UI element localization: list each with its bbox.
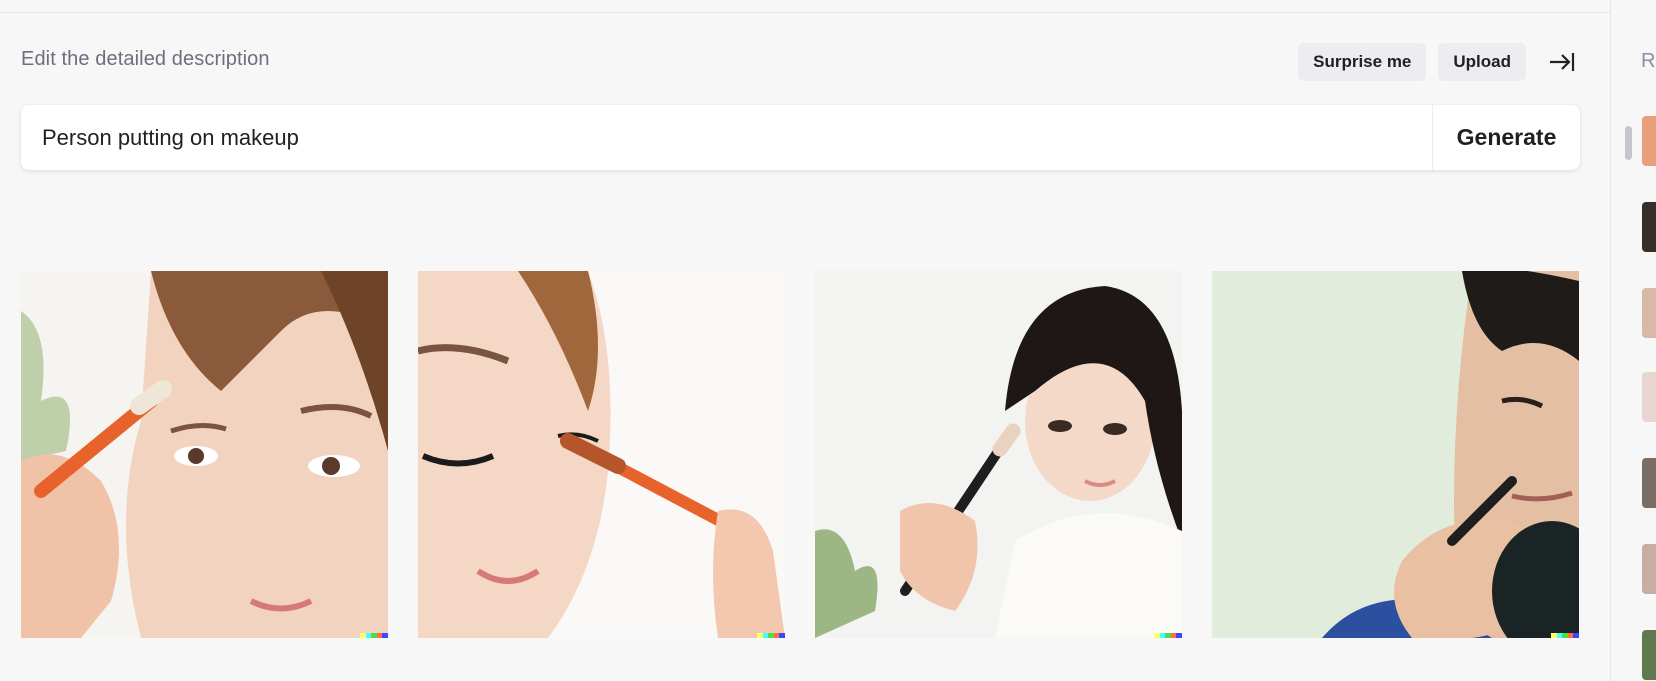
- signature-mark: [1154, 633, 1182, 638]
- prompt-bar: Person putting on makeup Generate: [21, 105, 1580, 170]
- history-panel-title: R: [1641, 50, 1656, 72]
- header-actions: Surprise me Upload: [1298, 43, 1580, 81]
- prompt-input[interactable]: Person putting on makeup: [21, 105, 1432, 170]
- history-thumbnail[interactable]: [1642, 458, 1656, 508]
- signature-mark: [360, 633, 388, 638]
- woman-brush-eyebrow-image: [21, 271, 388, 638]
- result-image-4[interactable]: [1212, 271, 1579, 638]
- top-divider: [0, 12, 1610, 13]
- generate-button[interactable]: Generate: [1432, 105, 1580, 170]
- arrow-right-bar-icon: [1550, 53, 1575, 71]
- result-image-3[interactable]: [815, 271, 1182, 638]
- history-thumbnail[interactable]: [1642, 116, 1656, 166]
- history-thumbnail[interactable]: [1642, 372, 1656, 422]
- history-thumbnail[interactable]: [1642, 288, 1656, 338]
- upload-button[interactable]: Upload: [1438, 43, 1526, 81]
- signature-mark: [1551, 633, 1579, 638]
- main-area: Edit the detailed description Surprise m…: [0, 0, 1610, 681]
- woman-mascara-image: [418, 271, 785, 638]
- history-thumbnail[interactable]: [1642, 202, 1656, 252]
- history-thumbnail[interactable]: [1642, 544, 1656, 594]
- history-thumbnail[interactable]: [1642, 630, 1656, 680]
- page-title: Edit the detailed description: [21, 48, 270, 70]
- history-panel: R: [1610, 0, 1656, 681]
- result-image-2[interactable]: [418, 271, 785, 638]
- woman-powder-brush-image: [815, 271, 1182, 638]
- signature-mark: [757, 633, 785, 638]
- history-scrollbar[interactable]: [1625, 126, 1632, 160]
- collapse-panel-button[interactable]: [1544, 43, 1580, 81]
- surprise-me-button[interactable]: Surprise me: [1298, 43, 1427, 81]
- results-grid: [21, 271, 1579, 638]
- result-image-1[interactable]: [21, 271, 388, 638]
- man-brush-mirror-image: [1212, 271, 1579, 638]
